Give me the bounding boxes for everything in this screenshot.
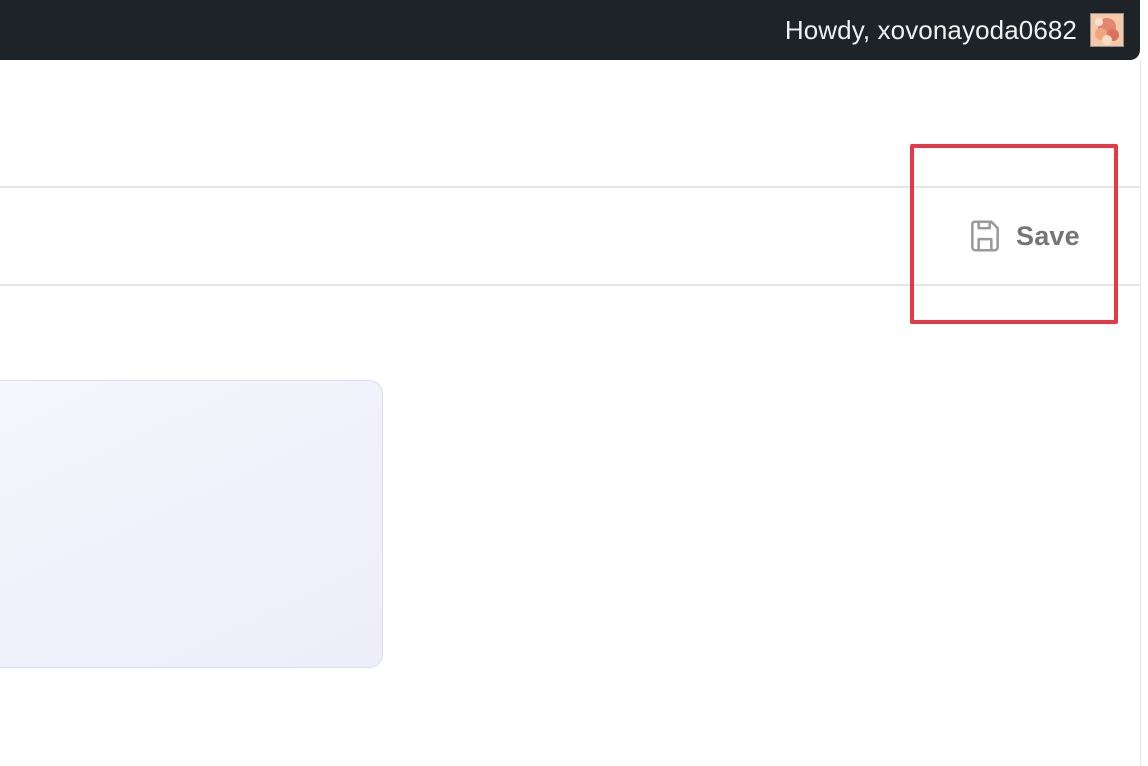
avatar-icon[interactable] bbox=[1090, 13, 1124, 47]
scrollbar-track[interactable] bbox=[1140, 60, 1148, 766]
highlight-annotation bbox=[910, 144, 1118, 324]
user-greeting[interactable]: Howdy, xovonayoda0682 bbox=[785, 15, 1077, 46]
content-card bbox=[0, 380, 383, 668]
admin-bar: Howdy, xovonayoda0682 bbox=[0, 0, 1140, 60]
